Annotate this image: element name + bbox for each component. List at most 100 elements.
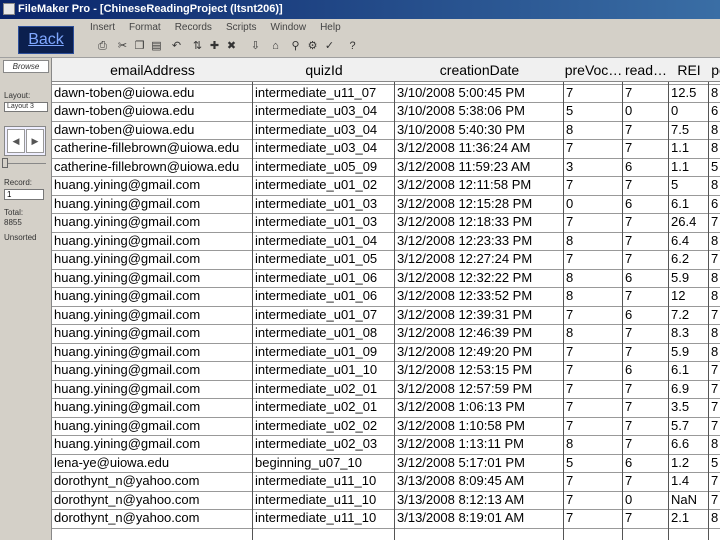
table-cell[interactable]: huang.yining@gmail.com: [52, 213, 253, 232]
table-cell[interactable]: intermediate_u11_10: [253, 509, 395, 528]
table-cell[interactable]: intermediate_u11_07: [253, 84, 395, 103]
table-cell[interactable]: 3/10/2008 5:40:30 PM: [395, 121, 564, 140]
table-cell[interactable]: intermediate_u01_03: [253, 195, 395, 214]
table-cell[interactable]: 12.5: [669, 84, 709, 103]
table-cell[interactable]: 0: [623, 491, 669, 510]
table-cell[interactable]: 7.2: [669, 306, 709, 325]
table-cell[interactable]: 3/13/2008 8:12:13 AM: [395, 491, 564, 510]
table-cell[interactable]: 6: [623, 195, 669, 214]
table-cell[interactable]: 8: [564, 435, 623, 454]
table-cell[interactable]: 8: [564, 232, 623, 251]
table-cell[interactable]: 3/12/2008 11:59:23 AM: [395, 158, 564, 177]
table-cell[interactable]: 6.4: [669, 232, 709, 251]
table-cell[interactable]: 7: [709, 380, 720, 399]
table-cell[interactable]: 3/13/2008 8:19:01 AM: [395, 509, 564, 528]
table-cell[interactable]: 3/12/2008 12:27:24 PM: [395, 250, 564, 269]
table-row[interactable]: catherine-fillebrown@uiowa.edu intermedia…: [52, 158, 720, 177]
table-cell[interactable]: catherine-fillebrown@uiowa.edu: [52, 139, 253, 158]
table-cell[interactable]: 6.2: [669, 250, 709, 269]
layout-select[interactable]: Layout 3: [4, 102, 48, 112]
table-cell[interactable]: dawn-toben@uiowa.edu: [52, 121, 253, 140]
table-cell[interactable]: 8: [709, 269, 720, 288]
table-cell[interactable]: dorothynt_n@yahoo.com: [52, 509, 253, 528]
column-header[interactable]: REI: [669, 58, 709, 82]
table-cell[interactable]: intermediate_u01_06: [253, 287, 395, 306]
next-record-icon[interactable]: ▶: [26, 129, 44, 153]
table-cell[interactable]: 6: [623, 361, 669, 380]
table-cell[interactable]: 3.5: [669, 398, 709, 417]
print-preview-icon[interactable]: ⎙: [95, 39, 110, 54]
table-cell[interactable]: 7: [564, 84, 623, 103]
table-cell[interactable]: 5: [709, 454, 720, 473]
table-cell[interactable]: 8: [564, 287, 623, 306]
table-cell[interactable]: 8: [564, 269, 623, 288]
table-cell[interactable]: 3/13/2008 8:09:45 AM: [395, 472, 564, 491]
spelling-icon[interactable]: ✓: [322, 39, 337, 54]
table-cell[interactable]: 3/12/2008 5:17:01 PM: [395, 454, 564, 473]
table-row[interactable]: huang.yining@gmail.com intermediate_u01_0…: [52, 176, 720, 195]
table-cell[interactable]: 7: [564, 509, 623, 528]
find-icon[interactable]: ⚲: [288, 39, 303, 54]
table-row[interactable]: dawn-toben@uiowa.eduintermediate_u11_073…: [52, 84, 720, 103]
table-cell[interactable]: 8: [709, 84, 720, 103]
table-cell[interactable]: huang.yining@gmail.com: [52, 232, 253, 251]
table-cell[interactable]: intermediate_u03_04: [253, 139, 395, 158]
table-row[interactable]: dorothynt_n@yahoo.com intermediate_u11_10…: [52, 472, 720, 491]
table-cell[interactable]: 3/10/2008 5:00:45 PM: [395, 84, 564, 103]
table-cell[interactable]: 5: [564, 102, 623, 121]
table-cell[interactable]: 7: [623, 509, 669, 528]
table-cell[interactable]: 3/12/2008 12:11:58 PM: [395, 176, 564, 195]
table-cell[interactable]: lena-ye@uiowa.edu: [52, 454, 253, 473]
table-cell[interactable]: 8: [709, 139, 720, 158]
table-cell[interactable]: 3: [564, 158, 623, 177]
table-cell[interactable]: 7: [709, 213, 720, 232]
table-cell[interactable]: intermediate_u01_09: [253, 343, 395, 362]
table-cell[interactable]: intermediate_u02_02: [253, 417, 395, 436]
table-cell[interactable]: 8: [564, 121, 623, 140]
table-cell[interactable]: 26.4: [669, 213, 709, 232]
table-cell[interactable]: 1.2: [669, 454, 709, 473]
table-cell[interactable]: 8.3: [669, 324, 709, 343]
table-row[interactable]: huang.yining@gmail.com intermediate_u01_0…: [52, 269, 720, 288]
menu-format[interactable]: Format: [129, 22, 161, 33]
table-cell[interactable]: huang.yining@gmail.com: [52, 380, 253, 399]
table-cell[interactable]: 6: [709, 195, 720, 214]
table-cell[interactable]: 8: [709, 287, 720, 306]
back-button[interactable]: Back: [18, 26, 74, 54]
table-cell[interactable]: 3/12/2008 12:18:33 PM: [395, 213, 564, 232]
table-cell[interactable]: 3/12/2008 1:06:13 PM: [395, 398, 564, 417]
menu-insert[interactable]: Insert: [90, 22, 115, 33]
table-cell[interactable]: 6.9: [669, 380, 709, 399]
table-cell[interactable]: 3/12/2008 11:36:24 AM: [395, 139, 564, 158]
table-cell[interactable]: 6: [623, 454, 669, 473]
table-row[interactable]: huang.yining@gmail.com intermediate_u01_1…: [52, 361, 720, 380]
table-cell[interactable]: 7: [564, 250, 623, 269]
copy-icon[interactable]: ❐: [132, 39, 147, 54]
table-row[interactable]: dawn-toben@uiowa.edu intermediate_u03_04 3…: [52, 121, 720, 140]
table-cell[interactable]: 8: [709, 176, 720, 195]
table-cell[interactable]: huang.yining@gmail.com: [52, 398, 253, 417]
table-cell[interactable]: dorothynt_n@yahoo.com: [52, 472, 253, 491]
table-row[interactable]: huang.yining@gmail.com intermediate_u02_0…: [52, 417, 720, 436]
column-header[interactable]: emailAddress: [52, 58, 253, 82]
table-cell[interactable]: beginning_u07_10: [253, 454, 395, 473]
table-cell[interactable]: intermediate_u01_04: [253, 232, 395, 251]
table-row[interactable]: huang.yining@gmail.com intermediate_u01_0…: [52, 195, 720, 214]
table-cell[interactable]: 7: [709, 250, 720, 269]
table-row[interactable]: dawn-toben@uiowa.edu intermediate_u03_04 3…: [52, 102, 720, 121]
table-cell[interactable]: 7: [623, 213, 669, 232]
table-cell[interactable]: 7: [564, 139, 623, 158]
table-cell[interactable]: 7: [623, 121, 669, 140]
table-cell[interactable]: catherine-fillebrown@uiowa.edu: [52, 158, 253, 177]
table-cell[interactable]: intermediate_u01_03: [253, 213, 395, 232]
table-cell[interactable]: 7: [709, 361, 720, 380]
table-cell[interactable]: 6: [709, 102, 720, 121]
table-cell[interactable]: 7: [564, 398, 623, 417]
table-row[interactable]: huang.yining@gmail.com intermediate_u02_0…: [52, 435, 720, 454]
table-cell[interactable]: intermediate_u05_09: [253, 158, 395, 177]
table-cell[interactable]: 7: [709, 417, 720, 436]
table-cell[interactable]: 3/10/2008 5:38:06 PM: [395, 102, 564, 121]
table-cell[interactable]: intermediate_u01_07: [253, 306, 395, 325]
table-cell[interactable]: intermediate_u02_01: [253, 380, 395, 399]
table-cell[interactable]: 3/12/2008 1:10:58 PM: [395, 417, 564, 436]
